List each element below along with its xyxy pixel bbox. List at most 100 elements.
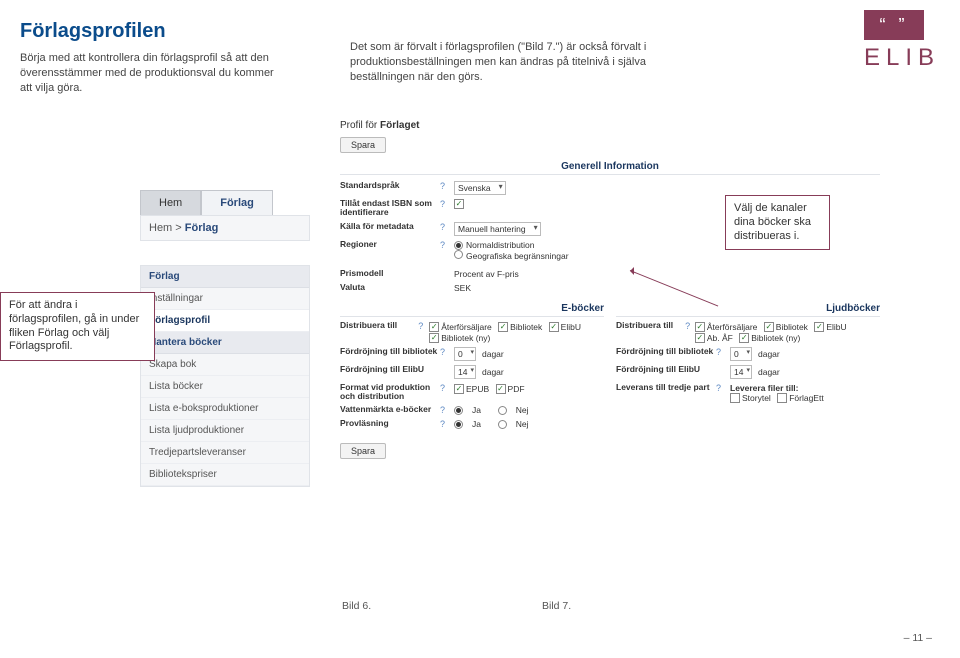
row-valuta: Valuta SEK — [340, 283, 880, 293]
select-eb-delay-elibu[interactable]: 14 — [454, 365, 476, 379]
checkbox-isbn[interactable]: ✓ — [454, 199, 464, 209]
column-ljudbocker: Ljudböcker Distribuera till ? ✓Återförsä… — [616, 303, 880, 434]
heading-ljudbocker: Ljudböcker — [616, 303, 880, 317]
help-icon[interactable]: ? — [440, 405, 454, 415]
help-icon[interactable]: ? — [418, 321, 429, 331]
label-sample: Provläsning — [340, 419, 440, 428]
elib-logo: “ ” ELIB — [864, 10, 940, 72]
unit-days: dagar — [482, 349, 504, 359]
opt-lb-aterforsaljare: Återförsäljare — [707, 322, 758, 332]
caption-bild7: Bild 7. — [542, 600, 571, 612]
label-eb-format: Format vid produktion och distribution — [340, 383, 440, 402]
help-icon[interactable]: ? — [440, 181, 454, 191]
label-isbn: Tillåt endast ISBN som identifierare — [340, 199, 440, 218]
checkbox-lb-bibliotek[interactable]: ✓ — [764, 322, 774, 332]
checkbox-lb-aterforsaljare[interactable]: ✓ — [695, 322, 705, 332]
checkbox-eb-elibu[interactable]: ✓ — [549, 322, 559, 332]
checkbox-eb-bibliotek-ny[interactable]: ✓ — [429, 333, 439, 343]
tab-hem[interactable]: Hem — [140, 190, 201, 215]
logo-text: ELIB — [864, 44, 940, 72]
opt-yes: Ja — [472, 405, 481, 415]
select-metadata[interactable]: Manuell hantering — [454, 222, 541, 236]
checkbox-eb-aterforsaljare[interactable]: ✓ — [429, 322, 439, 332]
opt-epub: EPUB — [466, 384, 489, 394]
radio-sample-yes[interactable] — [454, 420, 463, 429]
help-icon[interactable]: ? — [440, 240, 454, 250]
label-regions: Regioner — [340, 240, 440, 249]
callout-left: För att ändra i förlagsprofilen, gå in u… — [0, 292, 155, 361]
checkbox-forlagett[interactable] — [777, 393, 787, 403]
column-ebocker: E-böcker Distribuera till ? ✓Återförsälj… — [340, 303, 604, 434]
checkbox-epub[interactable]: ✓ — [454, 384, 464, 394]
select-lb-delay-elibu[interactable]: 14 — [730, 365, 752, 379]
bild6-screenshot: Hem Förlag Hem > Förlag Förlag Inställni… — [140, 190, 310, 487]
callout-pointer-arrow-icon — [626, 267, 634, 275]
help-icon[interactable]: ? — [440, 347, 454, 357]
checkbox-lb-abaf[interactable]: ✓ — [695, 333, 705, 343]
radio-sample-no[interactable] — [498, 420, 507, 429]
radio-watermark-no[interactable] — [498, 406, 507, 415]
label-pricemodel: Prismodell — [340, 269, 440, 278]
opt-yes: Ja — [472, 419, 481, 429]
checkbox-eb-bibliotek[interactable]: ✓ — [498, 322, 508, 332]
radio-watermark-yes[interactable] — [454, 406, 463, 415]
opt-no: Nej — [516, 419, 529, 429]
menu-item-lista-ebok[interactable]: Lista e-boksproduktioner — [141, 398, 309, 420]
checkbox-lb-bibliotek-ny[interactable]: ✓ — [739, 333, 749, 343]
checkbox-pdf[interactable]: ✓ — [496, 384, 506, 394]
unit-days: dagar — [758, 367, 780, 377]
help-icon[interactable]: ? — [685, 321, 695, 331]
label-valuta: Valuta — [340, 283, 440, 292]
intro-text: Börja med att kontrollera din förlagspro… — [20, 51, 280, 96]
opt-forlagett: FörlagEtt — [789, 393, 824, 403]
unit-days: dagar — [758, 349, 780, 359]
select-lb-delay-bib[interactable]: 0 — [730, 347, 752, 361]
opt-storytel: Storytel — [742, 393, 771, 403]
select-eb-delay-bib[interactable]: 0 — [454, 347, 476, 361]
opt-eb-bibliotek: Bibliotek — [510, 322, 542, 332]
radio-geo-limit[interactable] — [454, 250, 463, 259]
label-eb-delay-bib: Fördröjning till bibliotek — [340, 347, 440, 356]
help-icon[interactable]: ? — [716, 347, 730, 357]
opt-no: Nej — [516, 405, 529, 415]
menu-item-lista-bocker[interactable]: Lista böcker — [141, 376, 309, 398]
tab-forlag[interactable]: Förlag — [201, 190, 273, 215]
bild7-screenshot: Profil för Förlaget Spara Generell Infor… — [340, 120, 880, 459]
menu-item-skapa-bok[interactable]: Skapa bok — [141, 354, 309, 376]
menu-item-lista-ljud[interactable]: Lista ljudproduktioner — [141, 420, 309, 442]
radio-normal-dist[interactable] — [454, 241, 463, 250]
document-header: Förlagsprofilen Börja med att kontroller… — [20, 20, 880, 96]
opt-lb-bibliotek: Bibliotek — [776, 322, 808, 332]
save-button-top[interactable]: Spara — [340, 137, 386, 153]
help-icon[interactable]: ? — [440, 419, 454, 429]
checkbox-storytel[interactable] — [730, 393, 740, 403]
side-menu: Förlag Inställningar Förlagsprofil Hante… — [140, 265, 310, 487]
opt-lb-bibliotek-ny: Bibliotek (ny) — [751, 333, 800, 343]
heading-ebocker: E-böcker — [340, 303, 604, 317]
help-icon[interactable]: ? — [716, 383, 730, 393]
breadcrumb-hem[interactable]: Hem > — [149, 222, 182, 234]
opt-eb-aterforsaljare: Återförsäljare — [441, 322, 492, 332]
menu-item-forlagsprofil[interactable]: Förlagsprofil — [141, 310, 309, 332]
opt-normal-dist: Normaldistribution — [466, 240, 535, 250]
menu-item-tredjeparts[interactable]: Tredjepartsleveranser — [141, 442, 309, 464]
logo-quotes-icon: “ ” — [864, 10, 924, 40]
help-icon[interactable]: ? — [440, 383, 454, 393]
opt-eb-bibliotek-ny: Bibliotek (ny) — [441, 333, 490, 343]
value-pricemodel: Procent av F-pris — [454, 269, 519, 279]
help-icon[interactable]: ? — [440, 199, 454, 209]
menu-group-forlag: Förlag — [141, 266, 309, 288]
breadcrumb-forlag: Förlag — [185, 222, 219, 234]
save-button-bottom[interactable]: Spara — [340, 443, 386, 459]
row-pricemodel: Prismodell Procent av F-pris — [340, 269, 880, 279]
profile-for-label: Profil för — [340, 120, 377, 131]
profile-name: Förlaget — [380, 120, 419, 131]
checkbox-lb-elibu[interactable]: ✓ — [814, 322, 824, 332]
select-standard-lang[interactable]: Svenska — [454, 181, 506, 195]
callout-right: Välj de kanaler dina böcker ska distribu… — [725, 195, 830, 250]
help-icon[interactable]: ? — [440, 222, 454, 232]
menu-item-bibliotekspriser[interactable]: Bibliotekspriser — [141, 464, 309, 486]
label-lb-delay-bib: Fördröjning till bibliotek — [616, 347, 716, 356]
menu-item-installningar[interactable]: Inställningar — [141, 288, 309, 310]
page-number: – 11 – — [904, 632, 932, 644]
